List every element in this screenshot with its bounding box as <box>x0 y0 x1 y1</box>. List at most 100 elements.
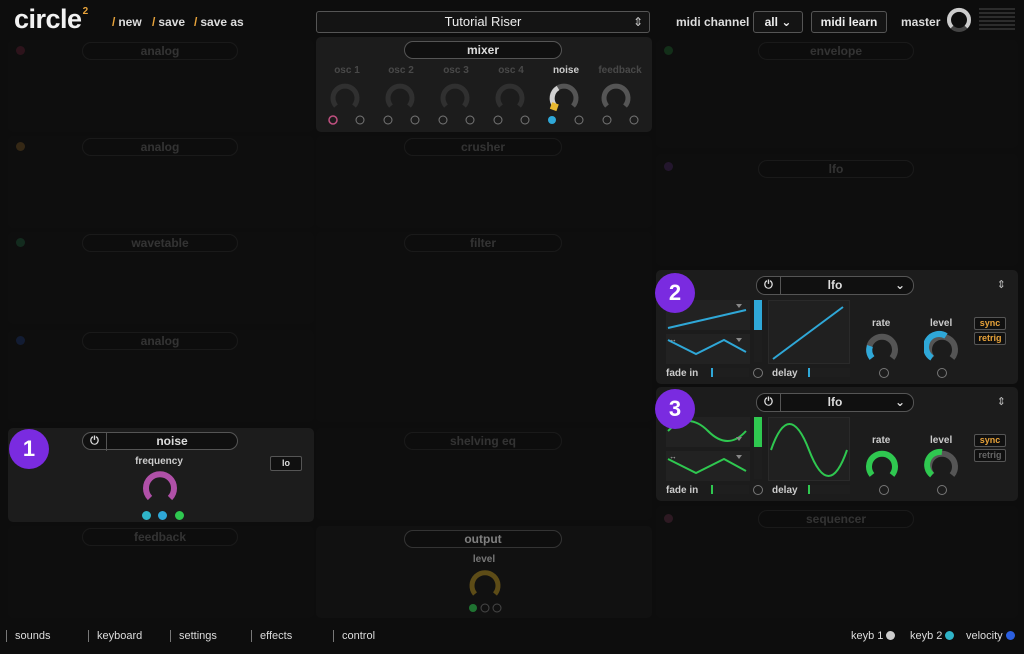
sequencer-slot[interactable]: sequencer <box>656 506 1018 618</box>
noise-type-select[interactable]: ⏻ noise <box>82 432 238 451</box>
chevron-down-icon: ⌄ <box>781 15 792 29</box>
tab-sounds[interactable]: sounds <box>6 630 50 642</box>
lfo2-sync-button[interactable]: sync <box>974 317 1006 330</box>
effect-type-select[interactable]: shelving eq <box>404 432 562 450</box>
lfo3-sync-button[interactable]: sync <box>974 434 1006 447</box>
mixer-title: mixer <box>404 41 562 59</box>
lfo2-rate-label: rate <box>872 318 891 329</box>
mod-dots <box>142 507 184 525</box>
new-button[interactable]: / new <box>112 15 142 29</box>
mod-dot-lfo[interactable] <box>158 511 168 520</box>
lfo3-fade-in-label: fade in <box>666 485 699 496</box>
power-icon[interactable]: ⏻ <box>83 433 107 451</box>
lfo3-fade-in-mod-dot[interactable] <box>753 485 763 495</box>
slot-type-select[interactable]: analog <box>82 42 238 60</box>
chevron-down-icon: ⌄ <box>894 395 905 409</box>
tab-keyboard[interactable]: keyboard <box>88 630 142 642</box>
effect-type-select[interactable]: filter <box>404 234 562 252</box>
lfo3-rate-mod-dot[interactable] <box>879 485 889 495</box>
tab-settings[interactable]: settings <box>170 630 217 642</box>
output-title: output <box>404 530 562 548</box>
lfo2-amount-bar[interactable] <box>754 300 762 362</box>
lfo2-rate-knob[interactable] <box>864 330 900 366</box>
app-window: circle2 /new / save / save as Tutorial Ris… <box>0 0 1024 654</box>
collapse-arrows-icon[interactable]: ⇕ <box>997 278 1006 291</box>
lfo2-wave-preview <box>768 300 850 364</box>
osc-slot-2[interactable]: analog <box>8 136 314 228</box>
mixer-label-osc2: osc 2 <box>388 65 414 76</box>
tab-effects[interactable]: effects <box>251 630 292 642</box>
lo-button[interactable]: lo <box>270 456 302 471</box>
midi-channel-select[interactable]: all ⌄ <box>753 11 803 33</box>
effect-type-select[interactable]: crusher <box>404 138 562 156</box>
mixer-label-osc4: osc 4 <box>498 65 524 76</box>
output-level-knob[interactable] <box>467 566 503 616</box>
mod-type-select[interactable]: envelope <box>758 42 914 60</box>
osc-slot-1[interactable]: analog <box>8 40 314 132</box>
lfo3-retrig-button[interactable]: retrig <box>974 449 1006 462</box>
envelope-slot[interactable]: envelope <box>656 40 1018 148</box>
lfo3-level-mod-dot[interactable] <box>937 485 947 495</box>
legend-keyb2: keyb 2 <box>910 630 955 642</box>
slot-color-dot <box>16 142 25 151</box>
lfo2-level-knob[interactable] <box>924 330 960 366</box>
shelving-eq-slot[interactable]: shelving eq <box>316 428 652 520</box>
master-level-meter <box>979 8 1015 30</box>
lfo2-level-label: level <box>930 318 953 329</box>
lfo3-amount-bar[interactable] <box>754 417 762 479</box>
osc-slot-3[interactable]: wavetable <box>8 232 314 324</box>
lfo-slot-1[interactable]: lfo <box>656 154 1018 266</box>
lfo-type-select[interactable]: ⏻ lfo ⌄ <box>756 393 914 412</box>
mod-type-select[interactable]: sequencer <box>758 510 914 528</box>
lfo3-fade-in-slider[interactable] <box>711 485 749 494</box>
lfo2-level-mod-dot[interactable] <box>937 368 947 378</box>
lfo2-rate-mod-dot[interactable] <box>879 368 889 378</box>
frequency-knob[interactable] <box>141 468 179 506</box>
lfo2-delay-slider[interactable] <box>808 368 850 377</box>
slot-color-dot <box>16 238 25 247</box>
lfo3-level-knob[interactable] <box>924 447 960 483</box>
mixer-label-osc3: osc 3 <box>443 65 469 76</box>
tab-control[interactable]: control <box>333 630 375 642</box>
frequency-label: frequency <box>135 456 183 467</box>
slot-type-select[interactable]: analog <box>82 332 238 350</box>
lfo3-rate-label: rate <box>872 435 891 446</box>
mixer-label-feedback: feedback <box>598 65 642 76</box>
master-label: master <box>901 15 941 29</box>
mod-type-select[interactable]: lfo <box>758 160 914 178</box>
crusher-slot[interactable]: crusher <box>316 136 652 228</box>
midi-learn-button[interactable]: midi learn <box>811 11 887 33</box>
mod-dot-keyb2[interactable] <box>142 511 151 520</box>
slot-color-dot <box>16 336 25 345</box>
slot-color-dot <box>16 46 25 55</box>
preset-name: Tutorial Riser <box>444 14 522 29</box>
save-button[interactable]: / save <box>152 15 185 29</box>
preset-selector[interactable]: Tutorial Riser ⇕ <box>316 11 650 33</box>
power-icon[interactable]: ⏻ <box>757 277 781 294</box>
slot-type-select[interactable]: wavetable <box>82 234 238 252</box>
output-level-label: level <box>472 554 496 565</box>
mod-dot-lfo2[interactable] <box>174 511 184 520</box>
slot-color-dot <box>664 514 673 523</box>
master-knob[interactable] <box>946 7 972 33</box>
slot-type-select[interactable]: feedback <box>82 528 238 546</box>
slot-color-dot <box>664 46 673 55</box>
save-as-button[interactable]: / save as <box>194 15 244 29</box>
osc-slot-4[interactable]: analog <box>8 330 314 422</box>
up-down-arrows-icon[interactable]: ⇕ <box>633 12 643 32</box>
mixer-label-osc1: osc 1 <box>334 65 360 76</box>
lfo2-fade-in-mod-dot[interactable] <box>753 368 763 378</box>
legend-keyb1: keyb 1 <box>851 630 896 642</box>
slot-type-select[interactable]: analog <box>82 138 238 156</box>
lfo2-retrig-button[interactable]: retrig <box>974 332 1006 345</box>
feedback-slot[interactable]: feedback <box>8 526 314 618</box>
lfo-panel-2: ⏻ lfo ⌄ ⇕ ↔ fade in delay rate level syn… <box>656 270 1018 384</box>
output-panel: output level <box>316 526 652 618</box>
lfo-type-select[interactable]: ⏻ lfo ⌄ <box>756 276 914 295</box>
lfo3-delay-slider[interactable] <box>808 485 850 494</box>
lfo2-fade-in-slider[interactable] <box>711 368 749 377</box>
power-icon[interactable]: ⏻ <box>757 394 781 411</box>
lfo3-rate-knob[interactable] <box>864 447 900 483</box>
collapse-arrows-icon[interactable]: ⇕ <box>997 395 1006 408</box>
filter-slot[interactable]: filter <box>316 232 652 422</box>
